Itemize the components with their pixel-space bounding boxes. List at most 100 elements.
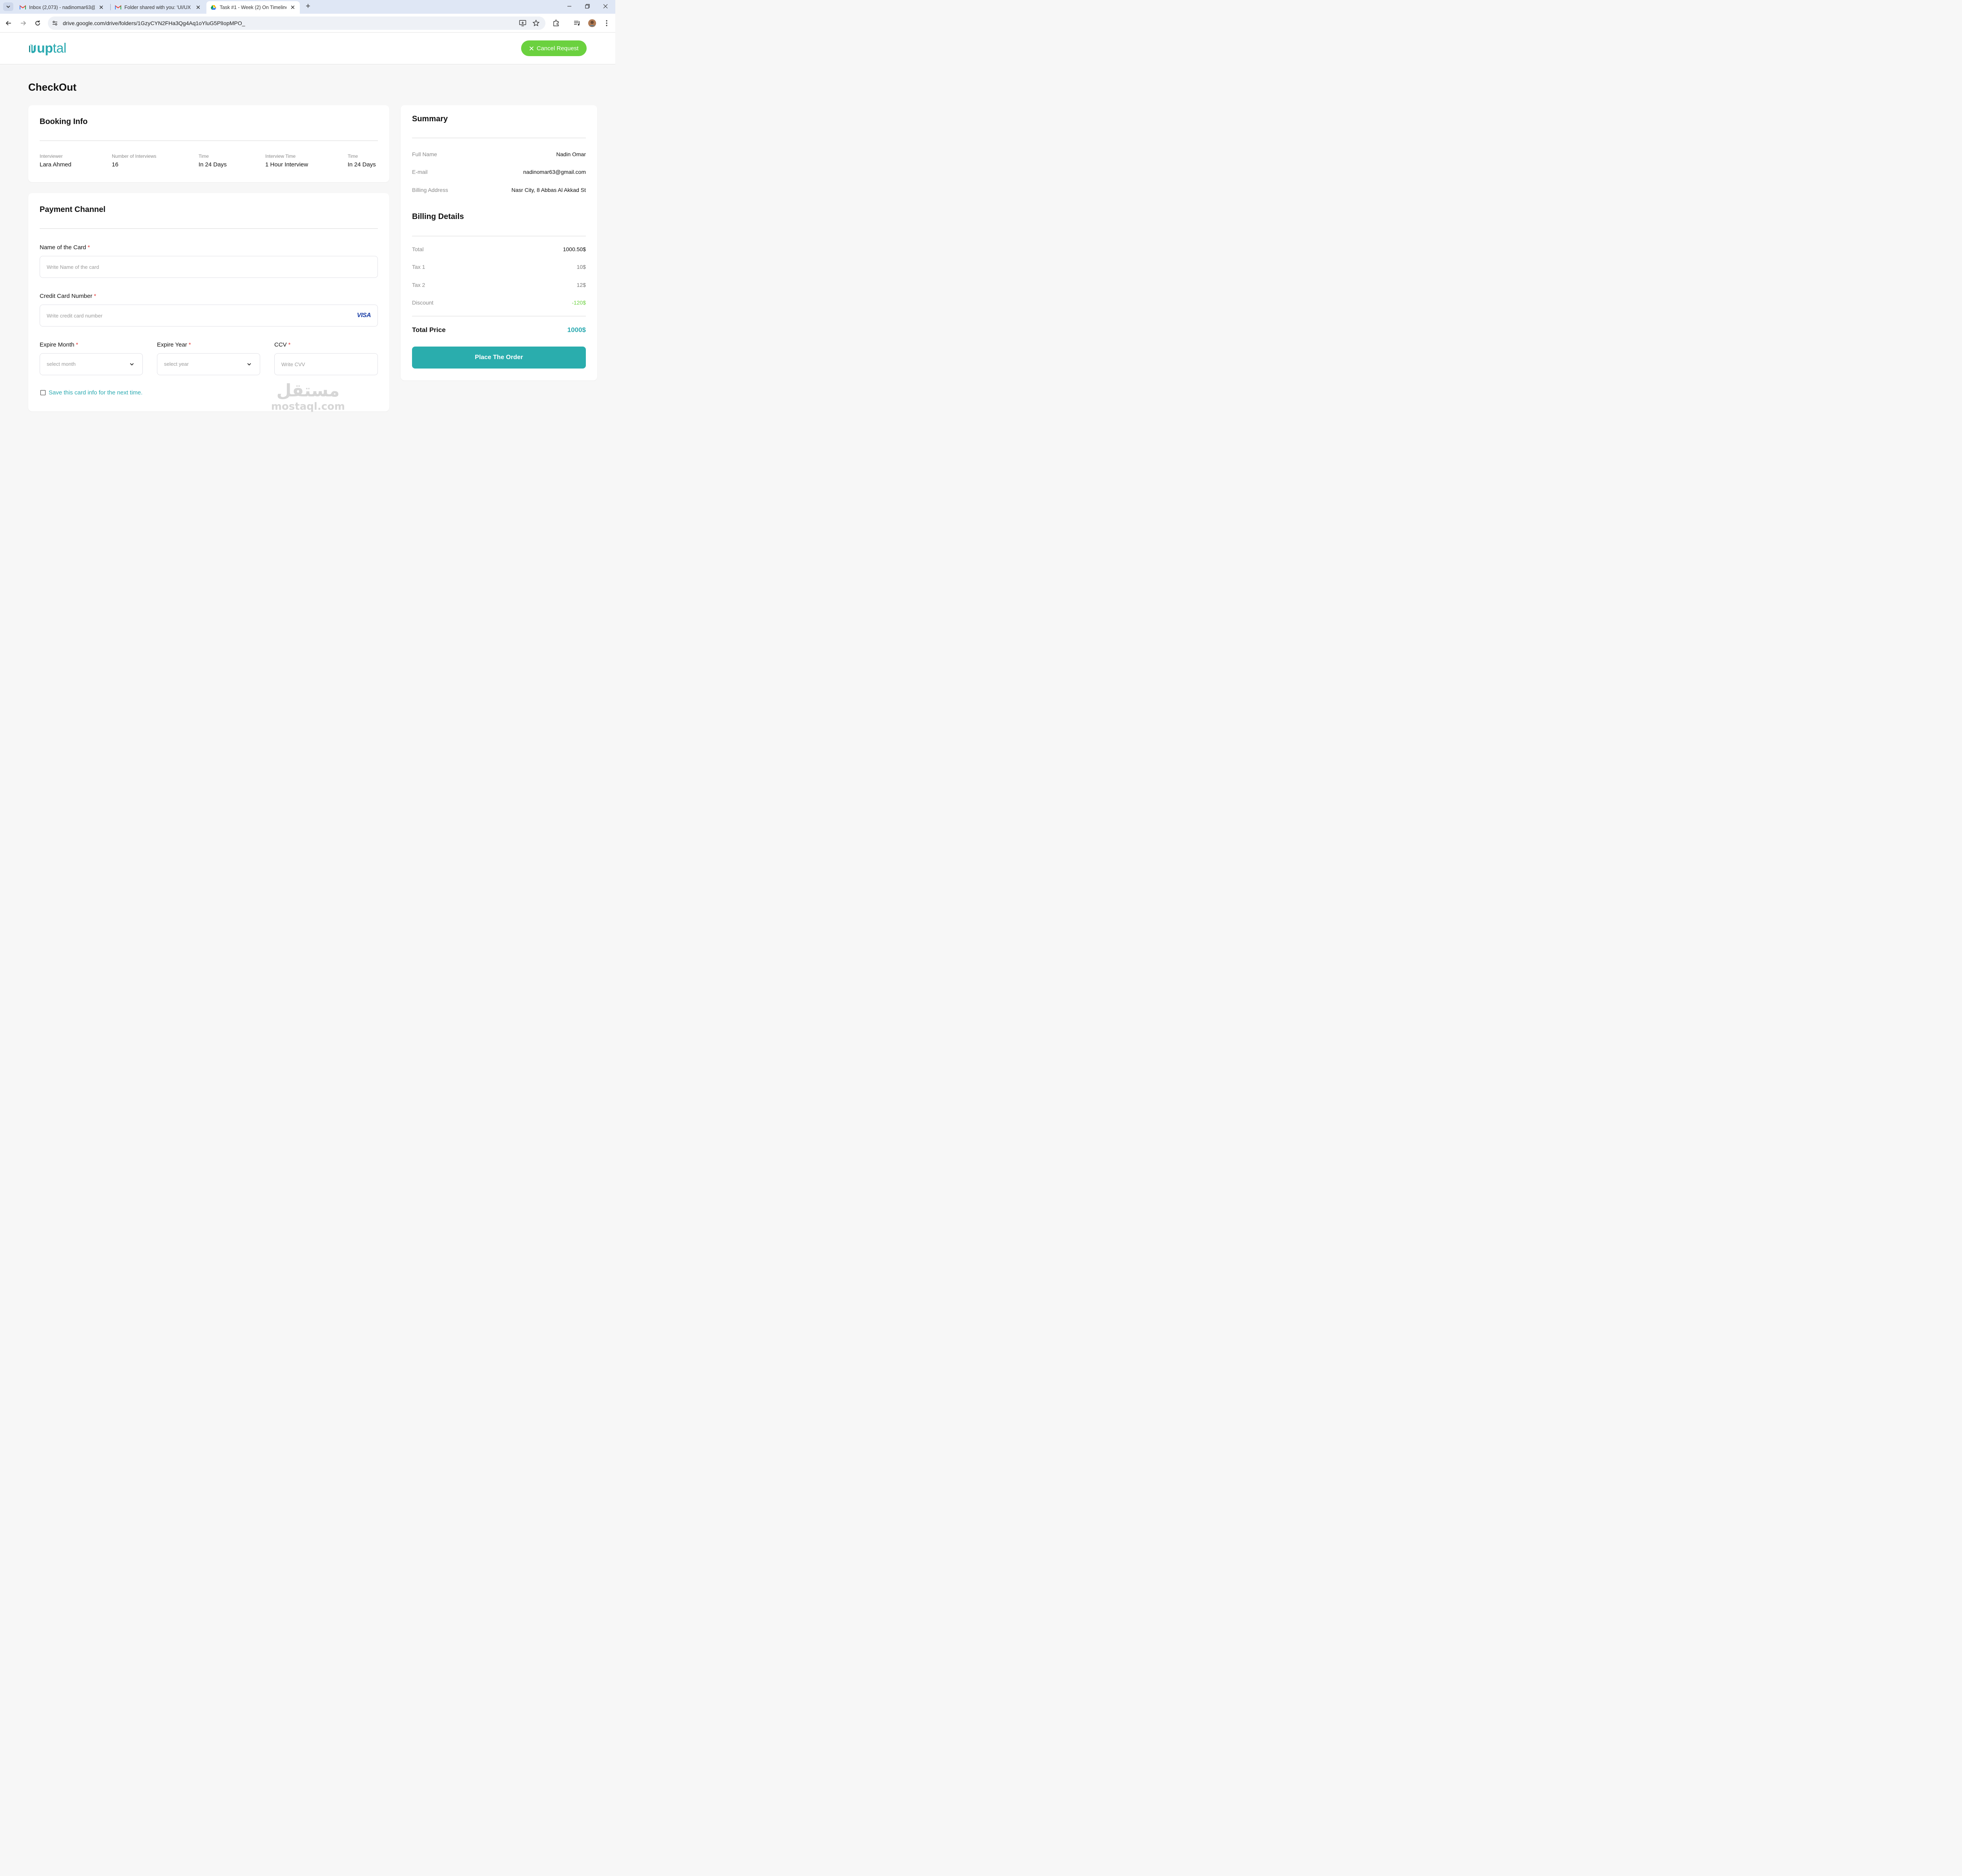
- tab-separator: [110, 4, 111, 10]
- arrow-left-icon: [5, 21, 11, 26]
- payment-channel-title: Payment Channel: [40, 205, 106, 214]
- billing-value: 12$: [576, 282, 586, 288]
- card-name-input[interactable]: [47, 256, 317, 277]
- summary-row-full-name: Full Name Nadin Omar: [412, 151, 586, 157]
- close-icon: [529, 46, 534, 51]
- uptal-logo-icon: [29, 44, 36, 53]
- close-icon: [603, 4, 608, 9]
- card-name-field[interactable]: [40, 256, 378, 278]
- uptal-logo[interactable]: uptal: [28, 41, 66, 55]
- booking-item-label: Interview Time: [265, 153, 296, 159]
- booking-info-card: Booking Info Interviewer Lara Ahmed Numb…: [28, 105, 389, 182]
- gmail-icon: [20, 5, 26, 9]
- close-icon[interactable]: ✕: [290, 4, 296, 11]
- back-button[interactable]: [4, 18, 13, 28]
- payment-channel-card: Payment Channel Name of the Card* Credit…: [28, 193, 389, 411]
- summary-value: Nadin Omar: [556, 151, 586, 157]
- save-card-checkbox[interactable]: [40, 390, 46, 395]
- summary-title: Summary: [412, 115, 448, 123]
- booking-item-value: 1 Hour Interview: [265, 161, 308, 168]
- billing-row-tax-2: Tax 2 12$: [412, 282, 586, 288]
- address-bar[interactable]: drive.google.com/drive/folders/1GzyCYN2F…: [48, 16, 545, 30]
- billing-label: Total: [412, 246, 424, 252]
- billing-label: Tax 1: [412, 264, 425, 270]
- new-tab-button[interactable]: +: [303, 2, 313, 12]
- profile-avatar[interactable]: [587, 18, 597, 28]
- summary-value: Nasr City, 8 Abbas Al Akkad St: [511, 187, 586, 193]
- expire-month-select[interactable]: select month: [40, 353, 143, 375]
- arrow-right-icon: [21, 21, 26, 26]
- browser-tab-strip: Inbox (2,073) - nadinomar63@g ✕ Folder s…: [0, 0, 615, 14]
- billing-details-title: Billing Details: [412, 212, 464, 221]
- required-marker: *: [94, 293, 97, 299]
- more-menu-icon[interactable]: [602, 18, 611, 28]
- expire-year-label: Expire Year *: [157, 341, 191, 348]
- billing-value: 1000.50$: [563, 246, 586, 252]
- media-controls-icon[interactable]: [573, 18, 582, 28]
- summary-value: nadinomar63@gmail.com: [523, 169, 586, 175]
- booking-item-value: Lara Ahmed: [40, 161, 71, 168]
- required-marker: *: [76, 341, 78, 348]
- booking-item-time: Time In 24 Days: [199, 153, 227, 168]
- close-window-button[interactable]: [596, 0, 614, 13]
- tab-task[interactable]: Task #1 - Week (2) On Timeline ✕: [206, 1, 300, 14]
- summary-label: Billing Address: [412, 187, 448, 193]
- billing-row-total: Total 1000.50$: [412, 246, 586, 252]
- summary-label: Full Name: [412, 151, 437, 157]
- tab-inbox[interactable]: Inbox (2,073) - nadinomar63@g ✕: [16, 1, 108, 14]
- ccv-input[interactable]: [281, 354, 364, 375]
- cancel-request-button[interactable]: Cancel Request: [521, 40, 587, 56]
- booking-item-label: Time: [199, 153, 209, 159]
- install-app-icon[interactable]: [518, 18, 527, 28]
- close-icon[interactable]: ✕: [98, 4, 104, 11]
- browser-toolbar: drive.google.com/drive/folders/1GzyCYN2F…: [0, 14, 615, 33]
- extensions-icon[interactable]: [551, 18, 561, 28]
- booking-item-time-2: Time In 24 Days: [348, 153, 376, 168]
- save-card-label[interactable]: Save this card info for the next time.: [49, 389, 142, 396]
- booking-item-value: In 24 Days: [199, 161, 227, 168]
- booking-item-label: Interviewer: [40, 153, 63, 159]
- close-icon[interactable]: ✕: [195, 4, 201, 11]
- billing-label: Tax 2: [412, 282, 425, 288]
- expire-month-value: select month: [47, 361, 76, 367]
- forward-button[interactable]: [18, 18, 28, 28]
- reload-icon: [35, 20, 40, 26]
- total-price-value: 1000$: [567, 326, 586, 334]
- billing-value: -120$: [572, 299, 586, 306]
- booking-item-interviewer: Interviewer Lara Ahmed: [40, 153, 71, 168]
- booking-item-value: In 24 Days: [348, 161, 376, 168]
- summary-label: E-mail: [412, 169, 428, 175]
- divider: [40, 228, 378, 229]
- billing-row-tax-1: Tax 1 10$: [412, 264, 586, 270]
- logo-text: uptal: [37, 41, 66, 56]
- booking-item-value: 16: [112, 161, 119, 168]
- card-name-label: Name of the Card *: [40, 244, 90, 251]
- tab-folder-shared[interactable]: Folder shared with you: 'UI/UX I ✕: [111, 1, 205, 14]
- restore-icon: [585, 4, 590, 9]
- url-text: drive.google.com/drive/folders/1GzyCYN2F…: [63, 20, 245, 26]
- ccv-field[interactable]: [274, 353, 378, 375]
- tab-search-button[interactable]: [3, 2, 13, 11]
- reload-button[interactable]: [33, 18, 42, 28]
- google-drive-icon: [211, 5, 216, 10]
- summary-card: Summary Full Name Nadin Omar E-mail nadi…: [401, 105, 597, 380]
- save-card-option[interactable]: Save this card info for the next time.: [40, 389, 142, 396]
- restore-button[interactable]: [578, 0, 596, 13]
- tab-label: Inbox (2,073) - nadinomar63@g: [29, 5, 95, 10]
- minimize-button[interactable]: [560, 0, 578, 13]
- place-order-button[interactable]: Place The Order: [412, 347, 586, 369]
- booking-item-label: Number of Interviews: [112, 153, 157, 159]
- expire-year-select[interactable]: select year: [157, 353, 260, 375]
- tab-label: Folder shared with you: 'UI/UX I: [124, 5, 192, 10]
- booking-info-title: Booking Info: [40, 117, 88, 126]
- site-settings-icon[interactable]: [50, 18, 60, 28]
- required-marker: *: [288, 341, 291, 348]
- bookmark-star-icon[interactable]: [531, 18, 541, 28]
- card-number-field[interactable]: VISA: [40, 305, 378, 327]
- billing-label: Discount: [412, 299, 434, 306]
- total-price-label: Total Price: [412, 326, 446, 334]
- booking-item-number-of-interviews: Number of Interviews 16: [112, 153, 156, 168]
- chevron-down-icon: [6, 5, 10, 8]
- card-number-input[interactable]: [47, 305, 317, 326]
- gmail-icon: [115, 5, 121, 9]
